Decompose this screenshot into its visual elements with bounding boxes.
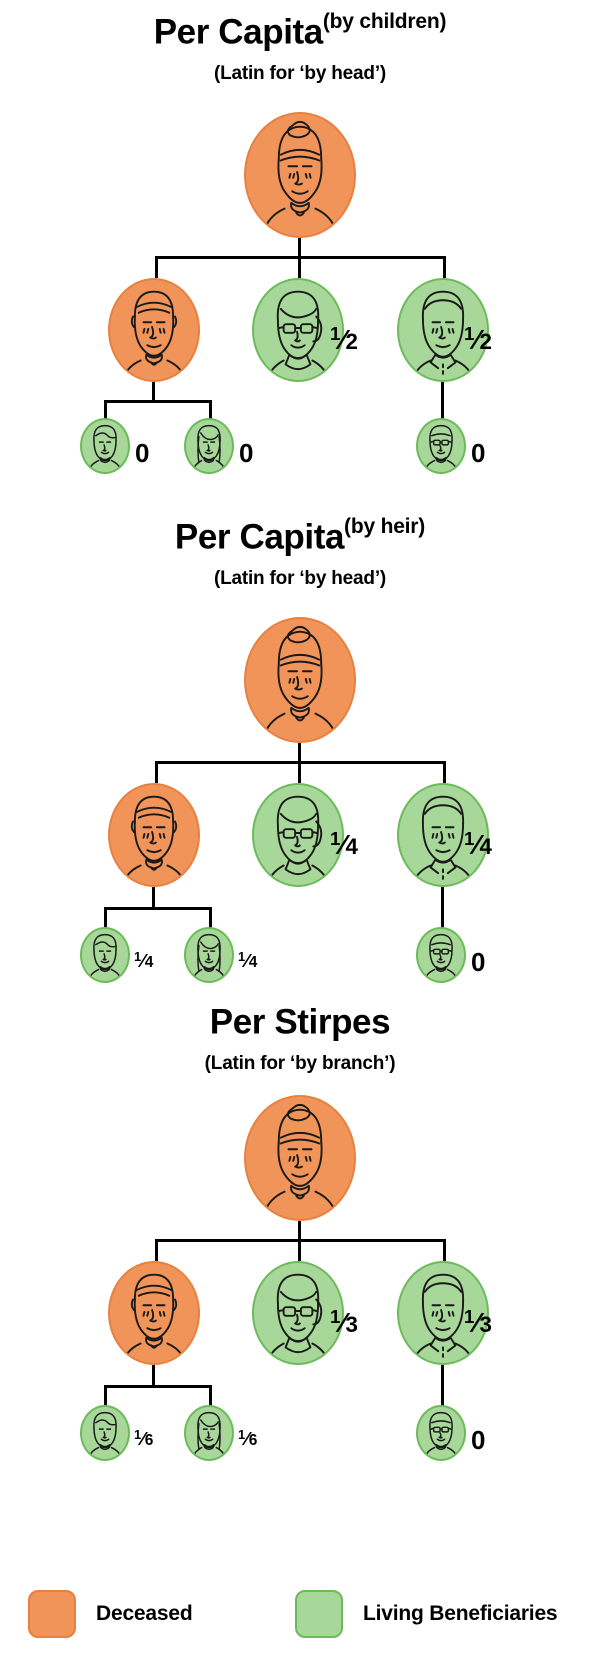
share-grandchild-3: 0	[471, 438, 486, 468]
connector-grandchild-3-down-s3	[441, 1365, 444, 1407]
section-2-titles: Per Capita(by heir) (Latin for ‘by head’…	[0, 505, 600, 590]
node-grandchild-granddaughter-s3[interactable]	[184, 1405, 234, 1461]
connector-root-down-3	[298, 1221, 301, 1241]
page-title-3: Per Stirpes	[209, 1002, 391, 1042]
share-grandchild-1-s3: 1⁄6	[134, 1427, 154, 1450]
legend-swatch-deceased	[28, 1590, 76, 1638]
section-3-title-row: Per Stirpes	[0, 1004, 600, 1041]
node-root-grandmother-3[interactable]	[244, 1095, 356, 1221]
legend-label-living: Living Beneficiaries	[363, 1602, 558, 1625]
section-1-titles: Per Capita(by children) (Latin for ‘by h…	[0, 0, 600, 85]
node-root-grandmother-2[interactable]	[244, 617, 356, 743]
tree-per-capita-by-heir: 1⁄4 1⁄4 1⁄4 1⁄4 0	[0, 617, 600, 1010]
connector-grandchild-2-down-s3	[209, 1385, 212, 1407]
connector-son-down-s2	[152, 887, 155, 909]
section-per-stirpes: Per Stirpes (Latin for ‘by branch’) 1⁄3 …	[0, 990, 600, 1461]
connector-grandchild-1-down-s2	[104, 907, 107, 929]
connector-root-down-2	[298, 743, 301, 763]
connector-grandchild-3-down	[441, 382, 444, 420]
share-grandchild-2: 0	[239, 438, 254, 468]
legend-item-deceased: Deceased	[28, 1590, 193, 1638]
connector-grandchild-2-down	[209, 400, 212, 420]
connector-grandchild-1-down-s3	[104, 1385, 107, 1407]
page-title-2-superscript: (by heir)	[344, 515, 426, 538]
node-grandchild-grandson-s2[interactable]	[80, 927, 130, 983]
connector-child-3-down-2	[443, 761, 446, 783]
section-per-capita-by-heir: Per Capita(by heir) (Latin for ‘by head’…	[0, 505, 600, 1010]
share-grandchild-1: 0	[135, 438, 150, 468]
connector-son-down-s3	[152, 1365, 155, 1387]
tree-per-capita-by-children: 1⁄2 1⁄2 0 0 0	[0, 112, 600, 500]
legend: Deceased Living Beneficiaries	[0, 1590, 600, 1650]
share-child-3-s3: 1⁄3	[464, 1306, 492, 1338]
share-child-2-s3: 1⁄3	[330, 1306, 358, 1338]
section-2-title-row: Per Capita(by heir)	[0, 515, 600, 557]
connector-child-2-down	[298, 256, 301, 278]
node-grandchild-grandson2-s2[interactable]	[416, 927, 466, 983]
page-title: Per Capita	[153, 12, 324, 52]
share-child-3-s2: 1⁄4	[464, 828, 492, 860]
share-grandchild-3-s3: 0	[471, 1425, 486, 1455]
connector-grandchild-1-down	[104, 400, 107, 420]
legend-label-deceased: Deceased	[96, 1602, 193, 1625]
legend-item-living: Living Beneficiaries	[295, 1590, 558, 1638]
tree-per-stirpes: 1⁄3 1⁄3 1⁄6 1⁄6 0	[0, 1095, 600, 1461]
share-grandchild-2-s2: 1⁄4	[238, 949, 258, 972]
section-1-title-row: Per Capita(by children)	[0, 10, 600, 52]
connector-child-3-down	[443, 256, 446, 278]
node-root-grandmother[interactable]	[244, 112, 356, 238]
section-3-subtitle: (Latin for ‘by branch’)	[204, 1053, 396, 1075]
connector-grandchildren-bar-s3	[104, 1385, 212, 1388]
node-grandchild-granddaughter[interactable]	[184, 418, 234, 474]
page-title-superscript: (by children)	[322, 10, 447, 33]
connector-grandchildren-bar-s2	[104, 907, 212, 910]
node-grandchild-granddaughter-s2[interactable]	[184, 927, 234, 983]
page-title-2: Per Capita	[174, 517, 345, 557]
node-grandchild-grandson-s3[interactable]	[80, 1405, 130, 1461]
connector-child-1-down	[155, 256, 158, 278]
node-child-son-deceased-3[interactable]	[108, 1261, 200, 1365]
node-grandchild-grandson2-s3[interactable]	[416, 1405, 466, 1461]
connector-root-down	[298, 238, 301, 258]
share-child-2: 1⁄2	[330, 323, 358, 355]
node-grandchild-grandson[interactable]	[80, 418, 130, 474]
connector-child-1-down-3	[155, 1239, 158, 1261]
connector-child-3-down-3	[443, 1239, 446, 1261]
share-grandchild-3-s2: 0	[471, 947, 486, 977]
node-grandchild-grandson2[interactable]	[416, 418, 466, 474]
connector-child-2-down-3	[298, 1239, 301, 1261]
connector-child-2-down-2	[298, 761, 301, 783]
connector-child-1-down-2	[155, 761, 158, 783]
connector-son-down	[152, 382, 155, 402]
section-2-subtitle: (Latin for ‘by head’)	[213, 568, 387, 590]
node-child-son-deceased-2[interactable]	[108, 783, 200, 887]
connector-grandchild-3-down-s2	[441, 887, 444, 929]
share-grandchild-1-s2: 1⁄4	[134, 949, 154, 972]
share-grandchild-2-s3: 1⁄6	[238, 1427, 258, 1450]
share-child-3: 1⁄2	[464, 323, 492, 355]
section-3-titles: Per Stirpes (Latin for ‘by branch’)	[0, 990, 600, 1075]
connector-grandchildren-bar	[104, 400, 212, 403]
node-child-son-deceased[interactable]	[108, 278, 200, 382]
share-child-2-s2: 1⁄4	[330, 828, 358, 860]
legend-swatch-living	[295, 1590, 343, 1638]
section-per-capita-by-children: Per Capita(by children) (Latin for ‘by h…	[0, 0, 600, 500]
connector-grandchild-2-down-s2	[209, 907, 212, 929]
section-1-subtitle: (Latin for ‘by head’)	[213, 63, 387, 85]
